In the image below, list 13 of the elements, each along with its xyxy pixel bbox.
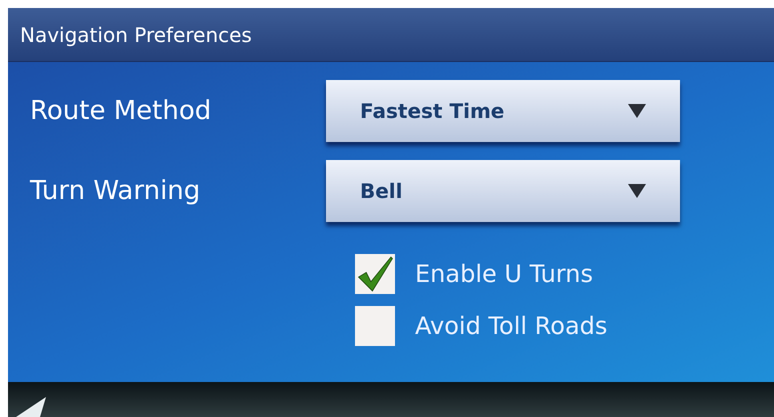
caret-icon [628, 184, 646, 198]
setting-label: Turn Warning [28, 174, 202, 208]
triangle-icon [16, 395, 46, 417]
dropdown[interactable]: Bell [326, 160, 680, 222]
setting-label: Route Method [29, 94, 212, 128]
checkmark-icon [357, 255, 394, 293]
dropdown[interactable]: Fastest Time [326, 80, 680, 142]
checkbox-label: Enable U Turns [415, 259, 593, 290]
caret-icon [628, 104, 646, 118]
window-title: Navigation Preferences [20, 22, 252, 48]
checkbox[interactable] [355, 306, 395, 346]
checkbox[interactable] [355, 254, 395, 294]
checkbox-label: Avoid Toll Roads [415, 311, 608, 342]
